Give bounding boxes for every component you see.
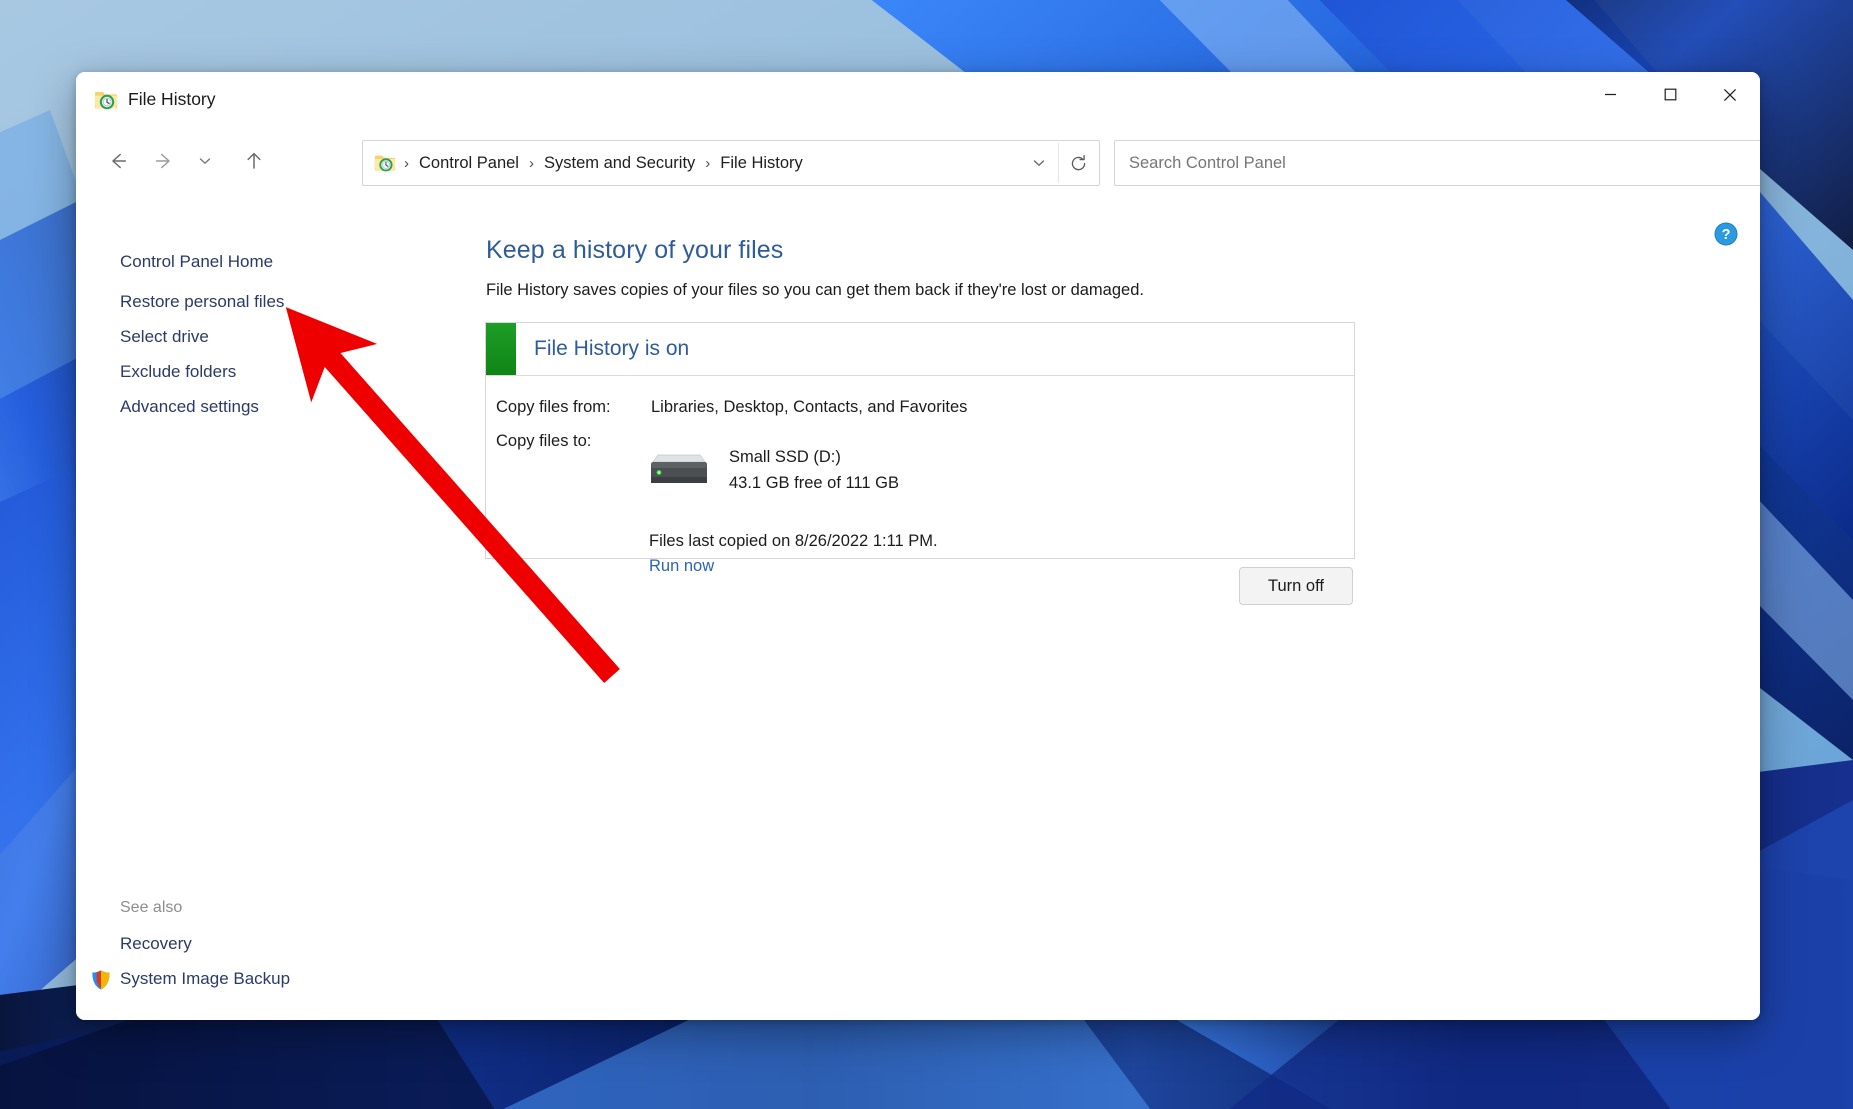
refresh-button[interactable] [1058, 143, 1097, 183]
status-panel-header: File History is on [486, 323, 1354, 376]
window-title-bar: File History [76, 72, 1760, 128]
sidebar-item-control-panel-home[interactable]: Control Panel Home [120, 252, 273, 272]
sidebar: Control Panel Home Restore personal file… [76, 194, 406, 1020]
window-body: Control Panel Home Restore personal file… [76, 194, 1760, 1020]
uac-shield-icon [92, 970, 110, 990]
maximize-button[interactable] [1640, 72, 1700, 117]
copy-files-to-label: Copy files to: [496, 432, 592, 450]
breadcrumb-separator-0: › [404, 154, 409, 172]
svg-text:?: ? [1722, 227, 1731, 243]
up-arrow-icon [247, 152, 261, 169]
sidebar-item-recovery[interactable]: Recovery [120, 934, 192, 954]
search-input[interactable] [1127, 152, 1760, 174]
chevron-down-icon [1033, 160, 1045, 166]
copy-files-from-label: Copy files from: [496, 398, 611, 416]
turn-off-button[interactable]: Turn off [1239, 567, 1353, 605]
status-title: File History is on [534, 337, 690, 360]
status-panel: File History is on Copy files from: Libr… [485, 322, 1355, 575]
close-icon [1723, 88, 1737, 101]
chevron-down-icon [199, 158, 211, 164]
forward-arrow-icon [155, 153, 170, 169]
status-indicator-bar [486, 323, 516, 375]
breadcrumb-item-file-history[interactable]: File History [718, 154, 805, 173]
window-controls [1580, 72, 1760, 117]
drive-free-space: 43.1 GB free of 111 GB [729, 474, 899, 492]
breadcrumb-separator-2: › [705, 154, 711, 172]
back-arrow-icon [112, 153, 127, 169]
breadcrumb-separator-1: › [528, 154, 534, 172]
up-button[interactable] [234, 141, 274, 181]
status-panel-body: Copy files from: Libraries, Desktop, Con… [486, 376, 1354, 575]
close-button[interactable] [1700, 72, 1760, 117]
file-history-window: File History › Control Panel › System an… [76, 72, 1760, 1020]
maximize-icon [1664, 88, 1676, 101]
back-button[interactable] [98, 141, 138, 181]
page-description: File History saves copies of your files … [486, 281, 1144, 299]
sidebar-item-select-drive[interactable]: Select drive [120, 327, 209, 347]
minimize-icon [1604, 93, 1616, 96]
sidebar-item-advanced-settings[interactable]: Advanced settings [120, 397, 259, 417]
window-title: File History [128, 89, 216, 109]
minimize-button[interactable] [1580, 72, 1640, 117]
external-hard-drive-icon [651, 454, 707, 483]
search-box[interactable] [1114, 140, 1760, 186]
forward-button[interactable] [144, 141, 184, 181]
navigation-toolbar: › Control Panel › System and Security › … [76, 128, 1760, 194]
breadcrumb-file-history-icon [374, 155, 396, 172]
recent-locations-button[interactable] [190, 141, 220, 181]
last-copied-text: Files last copied on 8/26/2022 1:11 PM. [649, 532, 938, 550]
copy-files-from-value: Libraries, Desktop, Contacts, and Favori… [651, 398, 968, 416]
breadcrumb-item-system-and-security[interactable]: System and Security [542, 154, 697, 173]
sidebar-item-exclude-folders[interactable]: Exclude folders [120, 362, 236, 382]
refresh-icon [1071, 154, 1085, 170]
file-history-folder-icon [94, 92, 118, 110]
see-also-heading: See also [120, 899, 183, 916]
address-dropdown-button[interactable] [1020, 143, 1058, 183]
run-now-link[interactable]: Run now [649, 557, 714, 576]
help-question-icon: ? [1714, 222, 1738, 246]
page-title: Keep a history of your files [486, 236, 784, 264]
help-button[interactable]: ? [1714, 222, 1738, 246]
sidebar-item-restore-personal-files[interactable]: Restore personal files [120, 292, 284, 312]
main-content: ? Keep a history of your files File Hist… [406, 194, 1760, 1020]
sidebar-item-system-image-backup[interactable]: System Image Backup [120, 969, 290, 989]
address-bar[interactable]: › Control Panel › System and Security › … [362, 140, 1100, 186]
drive-name: Small SSD (D:) [729, 448, 841, 466]
nav-button-group [98, 141, 274, 181]
breadcrumb-item-control-panel[interactable]: Control Panel [417, 154, 521, 173]
